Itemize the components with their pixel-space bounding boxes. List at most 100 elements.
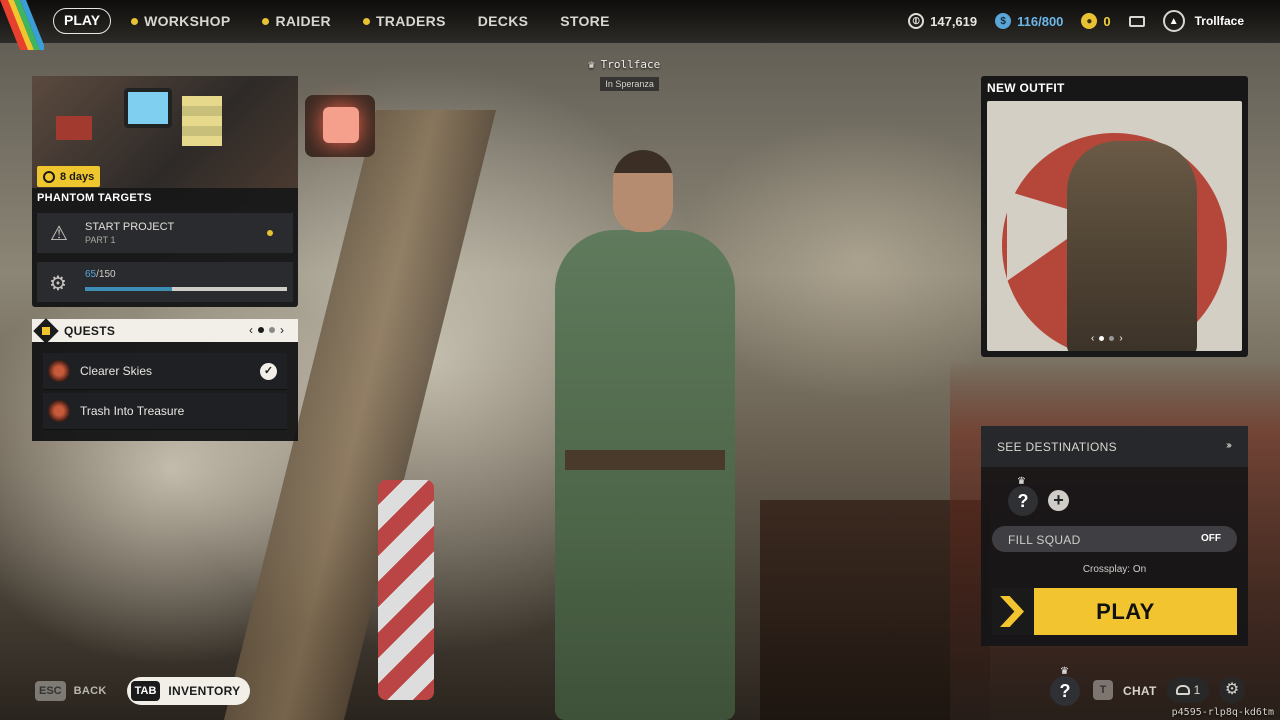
new-outfit-panel[interactable]: NEW OUTFIT ‹ ›	[981, 76, 1248, 357]
notification-dot-icon	[267, 230, 273, 236]
gear-icon: ⚙	[49, 273, 67, 295]
pager-prev-icon[interactable]: ‹	[249, 323, 253, 337]
nav-workshop-tab[interactable]: WORKSHOP	[131, 13, 230, 29]
nav-traders-label: TRADERS	[375, 13, 446, 29]
raider-tokens-value: 0	[1103, 13, 1111, 29]
profile-button[interactable]: ▲ Trollface	[1162, 10, 1244, 32]
coins-currency[interactable]: ⦶ 147,619	[908, 13, 977, 29]
notification-dot-icon	[362, 17, 370, 25]
outfit-next-icon[interactable]: ›	[1119, 333, 1122, 344]
crown-icon: ♛	[1060, 666, 1069, 677]
new-outfit-title: NEW OUTFIT	[987, 81, 1065, 95]
notification-dot-icon	[262, 17, 270, 25]
chat-button[interactable]: CHAT	[1123, 684, 1157, 698]
character-belt	[565, 450, 725, 470]
progress-total: /150	[96, 269, 116, 280]
phantom-targets-title: PHANTOM TARGETS	[37, 192, 152, 204]
play-button-label: PLAY	[1096, 598, 1155, 624]
mail-icon[interactable]	[1128, 15, 1145, 27]
logo-stripes-icon	[0, 0, 44, 50]
scene-tv	[124, 88, 172, 128]
bottom-right-hints: ? ♛ T CHAT 1 ⚙	[1050, 666, 1250, 712]
quest-item[interactable]: Trash Into Treasure	[43, 393, 287, 430]
pager-dot	[1109, 336, 1115, 341]
outfit-prev-icon[interactable]: ‹	[1091, 333, 1094, 344]
quest-giver-avatar	[48, 360, 70, 382]
raider-tokens-currency[interactable]: ● 0	[1081, 13, 1111, 29]
nav-traders-tab[interactable]: TRADERS	[362, 13, 446, 29]
nav-workshop-label: WORKSHOP	[144, 13, 231, 29]
nav-raider-label: RAIDER	[275, 13, 331, 29]
days-remaining-label: 8 days	[60, 170, 95, 183]
scene-crate	[56, 116, 92, 140]
settings-gear-icon[interactable]: ⚙	[1219, 677, 1245, 703]
token-icon: $	[995, 13, 1012, 29]
esc-key-hint: ESC	[35, 681, 66, 701]
squad-slot-unknown[interactable]: ?	[1008, 486, 1038, 516]
project-subtitle: PART 1	[85, 235, 116, 245]
fill-squad-toggle[interactable]: FILL SQUAD OFF	[992, 526, 1237, 552]
squad-slot-unknown[interactable]: ?	[1050, 676, 1080, 706]
inventory-button[interactable]: TAB INVENTORY	[126, 677, 251, 705]
progress-current: 65	[85, 269, 97, 280]
main-nav: PLAY WORKSHOP RAIDER TRADERS DECKS STORE	[53, 8, 642, 34]
profile-name: Trollface	[1194, 14, 1244, 28]
scene-notes	[182, 96, 222, 146]
coins-value: 147,619	[930, 13, 978, 29]
nav-raider-tab[interactable]: RAIDER	[262, 13, 331, 29]
quests-list: Clearer Skies ✓ Trash Into Treasure	[32, 342, 298, 441]
check-icon: ✓	[260, 363, 277, 380]
quest-item[interactable]: Clearer Skies ✓	[43, 353, 287, 390]
see-destinations-button[interactable]: SEE DESTINATIONS ›››	[981, 426, 1248, 467]
outfit-figure	[1067, 141, 1197, 351]
nametag-name: Trollface	[600, 58, 661, 71]
phantom-targets-panel[interactable]: 8 days PHANTOM TARGETS ⚠ START PROJECT P…	[32, 76, 298, 307]
fill-squad-label: FILL SQUAD	[1008, 533, 1081, 547]
raider-token-icon: ●	[1081, 13, 1098, 29]
notification-dot-icon	[131, 17, 139, 25]
friends-button[interactable]: 1	[1167, 677, 1209, 703]
pager-dot-active	[258, 327, 264, 333]
character-body	[555, 230, 735, 720]
back-button[interactable]: BACK	[74, 685, 107, 697]
triple-chevron-icon: ›››	[1226, 440, 1232, 451]
crossplay-status: Crossplay: On	[1082, 564, 1147, 575]
play-button[interactable]: PLAY	[992, 588, 1237, 635]
quest-name: Trash Into Treasure	[80, 404, 185, 418]
coin-icon: ⦶	[908, 13, 925, 29]
nav-store-label: STORE	[560, 13, 610, 29]
chat-key-hint: T	[1093, 680, 1113, 700]
start-project-button[interactable]: ⚠ START PROJECT PART 1	[37, 213, 293, 253]
pager-next-icon[interactable]: ›	[280, 323, 284, 337]
see-destinations-label: SEE DESTINATIONS	[997, 440, 1117, 454]
fill-squad-state: OFF	[1201, 533, 1221, 544]
outfit-image	[987, 101, 1242, 351]
nav-decks-label: DECKS	[477, 13, 529, 29]
profile-rank-icon: ▲	[1162, 10, 1185, 32]
nav-play-tab[interactable]: PLAY	[53, 8, 112, 34]
nametag-name-row: ♛ Trollface	[588, 58, 660, 71]
quests-title: QUESTS	[64, 323, 116, 338]
inventory-label: INVENTORY	[168, 684, 241, 698]
quests-pager: ‹ ›	[249, 323, 284, 337]
project-text: START PROJECT PART 1	[85, 221, 174, 245]
warning-triangle-icon: ⚠	[50, 222, 68, 245]
tokens-currency[interactable]: $ 116/800	[995, 13, 1063, 29]
quest-name: Clearer Skies	[80, 364, 153, 378]
nav-decks-tab[interactable]: DECKS	[478, 13, 529, 29]
add-squad-member-button[interactable]: +	[1048, 490, 1069, 511]
scene-striped-pole	[378, 480, 434, 700]
player-character	[545, 150, 745, 720]
friends-icon	[1175, 685, 1190, 695]
top-bar: PLAY WORKSHOP RAIDER TRADERS DECKS STORE…	[0, 0, 1280, 50]
days-remaining-badge: 8 days	[37, 166, 101, 187]
currency-bar: ⦶ 147,619 $ 116/800 ● 0 ▲ Trollface	[908, 10, 1244, 32]
scene-lamp	[305, 95, 375, 157]
crown-icon: ♛	[588, 58, 595, 71]
project-title: START PROJECT	[85, 221, 175, 233]
play-chevron-icon	[992, 588, 1034, 635]
tab-key-hint: TAB	[130, 681, 161, 701]
progress-fill	[85, 287, 173, 291]
nav-store-tab[interactable]: STORE	[560, 13, 609, 29]
bottom-left-hints: ESC BACK TAB INVENTORY	[35, 677, 251, 705]
